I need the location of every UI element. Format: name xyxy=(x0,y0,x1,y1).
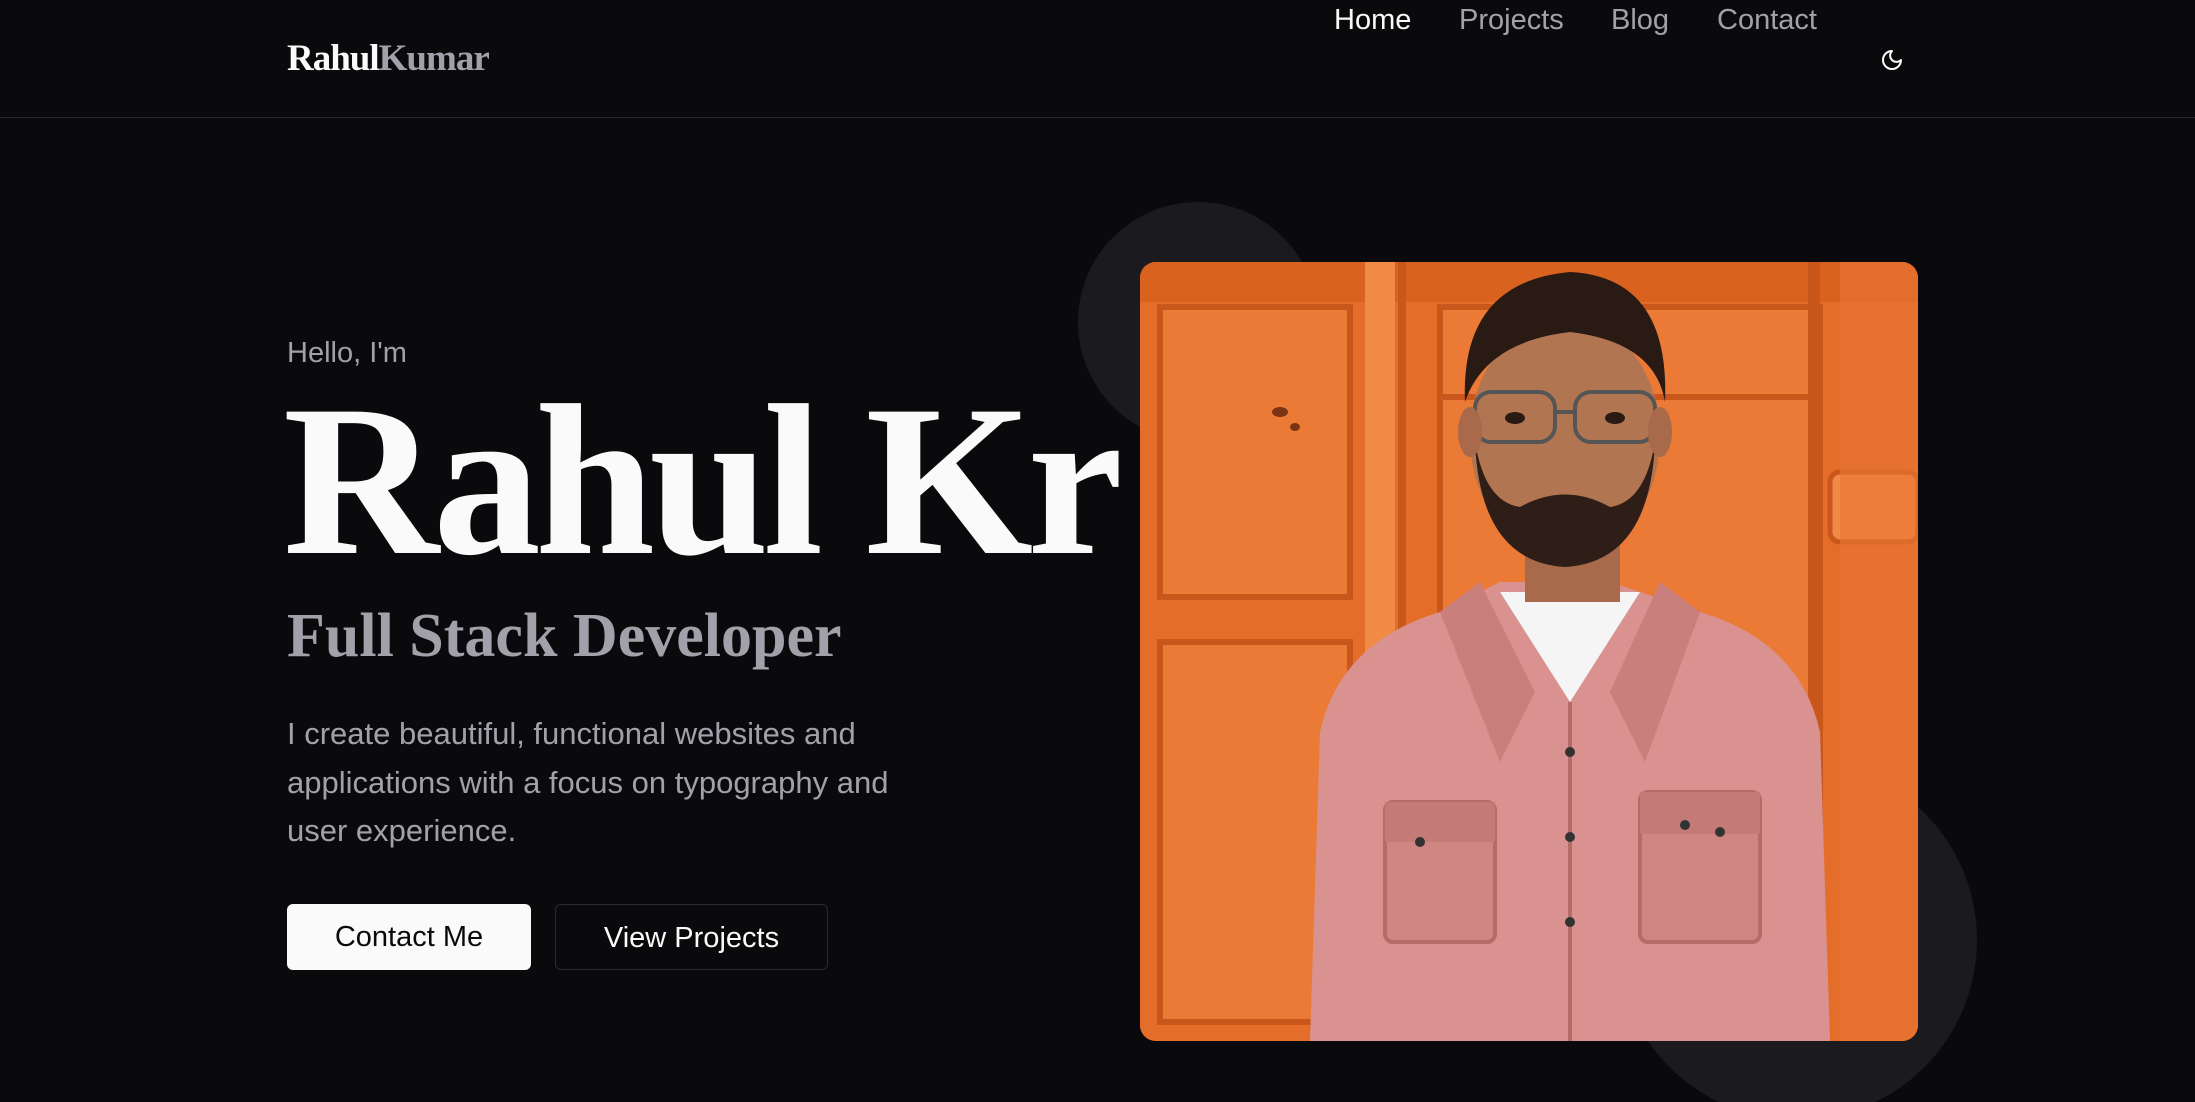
logo-last-name: Kumar xyxy=(378,38,490,79)
contact-me-button[interactable]: Contact Me xyxy=(287,904,531,970)
navbar: RahulKumar Home Projects Blog Contact xyxy=(0,0,2195,118)
profile-photo xyxy=(1140,262,1918,1041)
logo-first-name: Rahul xyxy=(287,38,380,79)
nav-link-projects[interactable]: Projects xyxy=(1459,0,1564,40)
theme-toggle-button[interactable] xyxy=(1872,40,1912,80)
hero-role: Full Stack Developer xyxy=(287,602,842,670)
hero-bio: I create beautiful, functional websites … xyxy=(287,716,889,848)
page: RahulKumar Home Projects Blog Contact He… xyxy=(0,0,2195,1102)
view-projects-button[interactable]: View Projects xyxy=(555,904,828,970)
logo[interactable]: RahulKumar xyxy=(287,37,490,81)
nav-link-contact[interactable]: Contact xyxy=(1717,0,1817,40)
nav-link-home[interactable]: Home xyxy=(1334,0,1411,40)
profile-portrait-image xyxy=(1140,262,1918,1041)
moon-icon xyxy=(1882,50,1902,70)
hero-name: Rahul Kr xyxy=(283,361,1123,600)
nav-link-blog[interactable]: Blog xyxy=(1611,0,1669,40)
